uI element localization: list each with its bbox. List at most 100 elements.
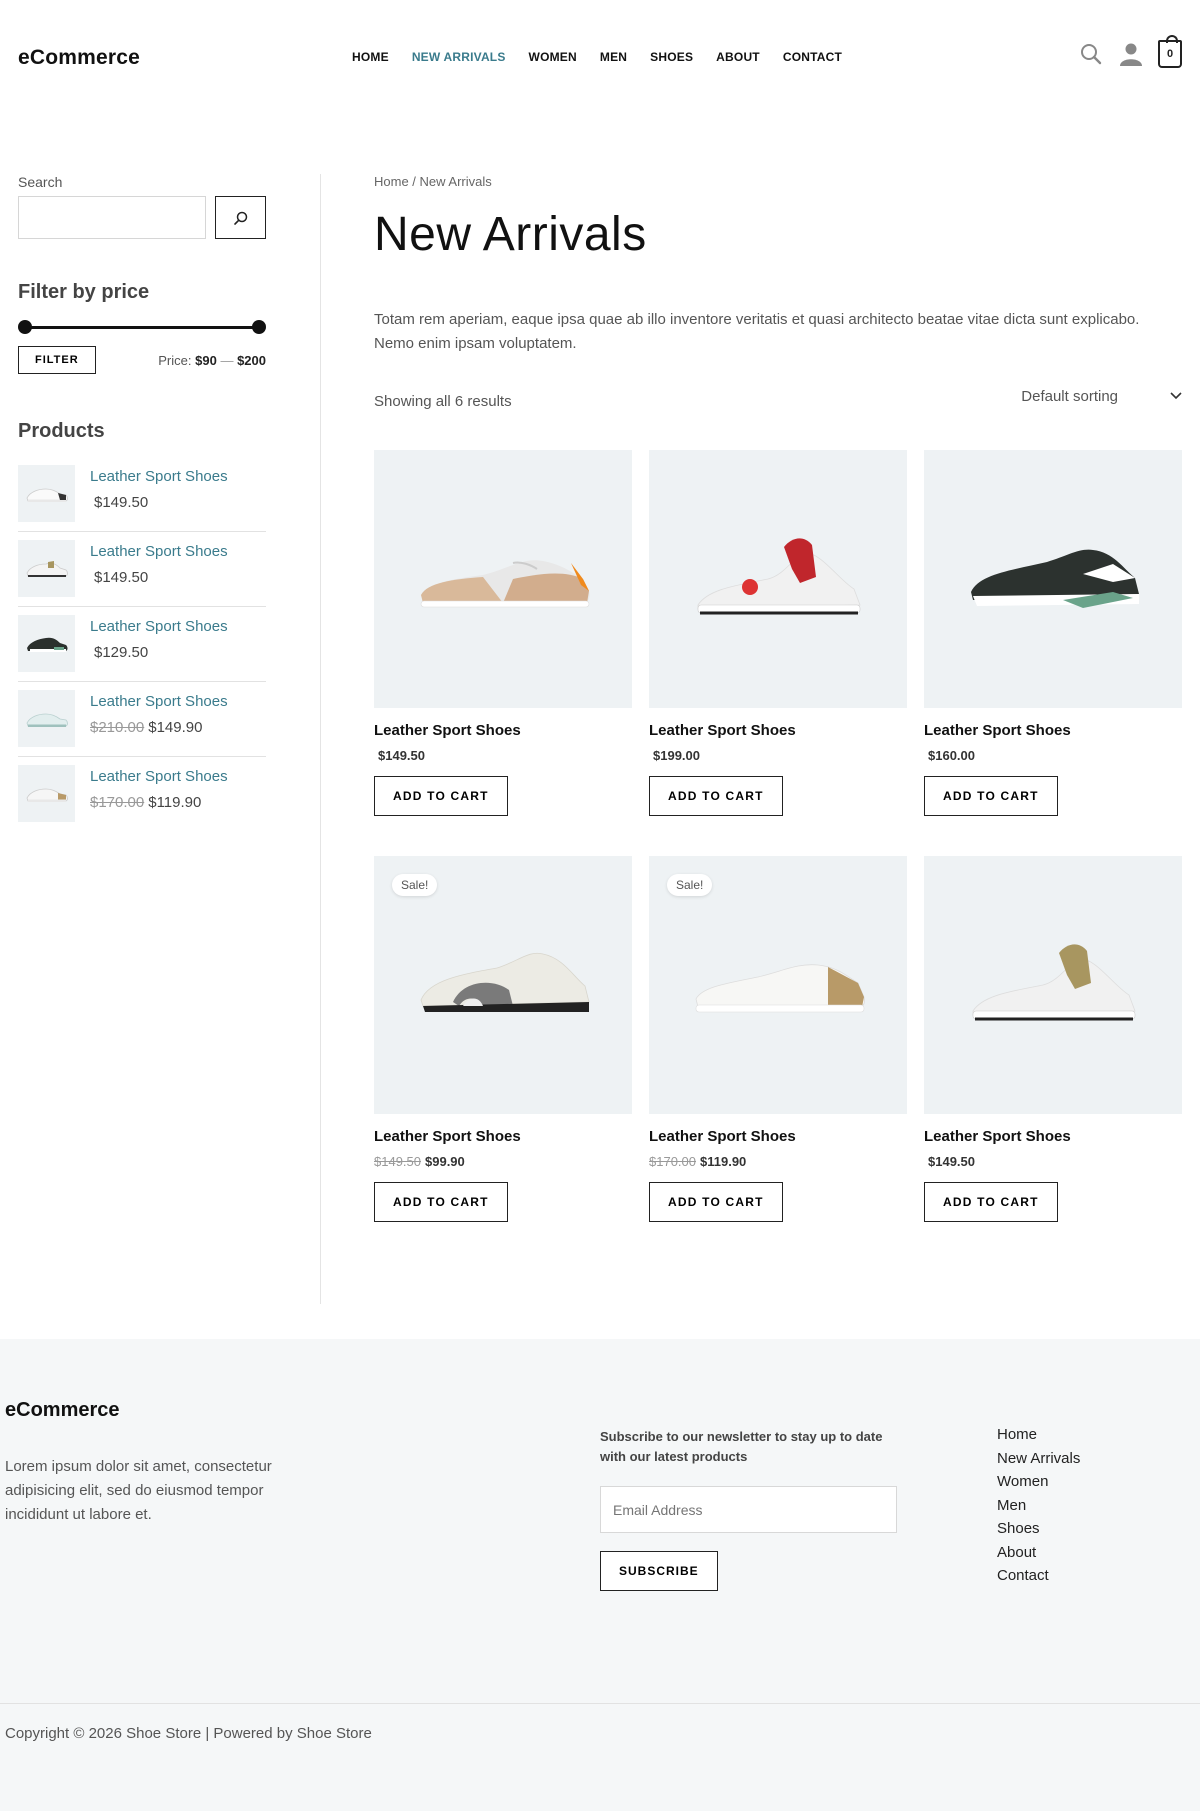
add-to-cart-button[interactable]: ADD TO CART (374, 1182, 508, 1222)
sidebar-product-item[interactable]: Leather Sport Shoes $149.50 (18, 465, 266, 532)
search-icon[interactable] (1078, 40, 1104, 68)
shoe-image (971, 549, 1139, 608)
footer-link-men[interactable]: Men (997, 1497, 1080, 1521)
current-price: $199.00 (653, 748, 700, 763)
nav-shoes[interactable]: SHOES (650, 50, 693, 64)
product-image[interactable] (649, 450, 907, 708)
add-to-cart-button[interactable]: ADD TO CART (924, 776, 1058, 816)
price-slider[interactable] (18, 320, 266, 334)
sidebar-product-thumbnail[interactable] (18, 615, 75, 672)
sale-badge: Sale! (667, 874, 713, 896)
add-to-cart-button[interactable]: ADD TO CART (374, 776, 508, 816)
sidebar-product-thumbnail[interactable] (18, 765, 75, 822)
product-price: $149.50 (924, 1154, 1182, 1169)
sidebar-product-price: $149.50 (90, 569, 148, 586)
sidebar-product-item[interactable]: Leather Sport Shoes $210.00 $149.90 (18, 690, 266, 757)
current-price: $160.00 (928, 748, 975, 763)
nav-home[interactable]: HOME (352, 50, 389, 64)
search-form (18, 196, 266, 239)
sidebar-product-thumbnail[interactable] (18, 465, 75, 522)
product-title[interactable]: Leather Sport Shoes (649, 1128, 907, 1145)
price-slider-max-handle[interactable] (252, 320, 266, 334)
sorting-value: Default sorting (1021, 387, 1118, 405)
product-title[interactable]: Leather Sport Shoes (374, 722, 632, 739)
sidebar-product-thumbnail[interactable] (18, 690, 75, 747)
sidebar-product-name[interactable]: Leather Sport Shoes (90, 618, 228, 635)
old-price: $149.50 (374, 1154, 421, 1169)
product-price: $149.50 (374, 748, 632, 763)
price-min: $90 (195, 352, 217, 368)
product-title[interactable]: Leather Sport Shoes (924, 1128, 1182, 1145)
filter-button[interactable]: FILTER (18, 346, 96, 374)
price-slider-min-handle[interactable] (18, 320, 32, 334)
footer-link-contact[interactable]: Contact (997, 1567, 1080, 1591)
product-title[interactable]: Leather Sport Shoes (374, 1128, 632, 1145)
shop-toolbar: Showing all 6 results Default sorting (374, 388, 1182, 412)
subscribe-button[interactable]: SUBSCRIBE (600, 1551, 718, 1591)
breadcrumb[interactable]: Home / New Arrivals (374, 174, 1182, 189)
footer-links: Home New Arrivals Women Men Shoes About … (997, 1426, 1080, 1591)
sidebar-product-item[interactable]: Leather Sport Shoes $170.00 $119.90 (18, 765, 266, 822)
sidebar-product-item[interactable]: Leather Sport Shoes $149.50 (18, 540, 266, 607)
price-slider-track (25, 326, 259, 329)
shoe-image (420, 560, 590, 608)
search-button[interactable] (215, 196, 266, 239)
current-price: $99.90 (425, 1154, 465, 1169)
add-to-cart-button[interactable]: ADD TO CART (924, 1182, 1058, 1222)
sidebar-product-info: Leather Sport Shoes $170.00 $119.90 (90, 765, 228, 822)
site-logo[interactable]: eCommerce (18, 46, 140, 70)
product-title[interactable]: Leather Sport Shoes (924, 722, 1182, 739)
search-label: Search (18, 174, 63, 190)
price-range-label: Price: $90 — $200 (158, 353, 266, 368)
sidebar-product-price: $210.00 $149.90 (90, 719, 202, 736)
search-icon (233, 211, 247, 225)
footer-logo[interactable]: eCommerce (5, 1399, 120, 1422)
sidebar-product-thumbnail[interactable] (18, 540, 75, 597)
page-title: New Arrivals (374, 208, 647, 261)
sidebar-product-info: Leather Sport Shoes $149.50 (90, 465, 228, 522)
sorting-select[interactable]: Default sorting (1021, 388, 1182, 405)
footer-link-shoes[interactable]: Shoes (997, 1520, 1080, 1544)
nav-contact[interactable]: CONTACT (783, 50, 842, 64)
product-image[interactable]: Sale! (374, 856, 632, 1114)
product-card: Leather Sport Shoes $149.50 ADD TO CART (374, 450, 632, 816)
nav-women[interactable]: WOMEN (529, 50, 577, 64)
newsletter-email-input[interactable] (600, 1486, 897, 1533)
product-image[interactable] (924, 450, 1182, 708)
product-image[interactable] (374, 450, 632, 708)
price-max: $200 (237, 352, 266, 368)
shoe-image (972, 944, 1136, 1021)
footer-link-home[interactable]: Home (997, 1426, 1080, 1450)
search-input[interactable] (18, 196, 206, 239)
footer-link-new-arrivals[interactable]: New Arrivals (997, 1450, 1080, 1474)
add-to-cart-button[interactable]: ADD TO CART (649, 1182, 783, 1222)
nav-about[interactable]: ABOUT (716, 50, 760, 64)
product-card: Leather Sport Shoes $160.00 ADD TO CART (924, 450, 1182, 816)
product-title[interactable]: Leather Sport Shoes (649, 722, 907, 739)
sidebar-product-name[interactable]: Leather Sport Shoes (90, 768, 228, 785)
add-to-cart-button[interactable]: ADD TO CART (649, 776, 783, 816)
product-card: Sale! Leather Sport Shoes $170.00 $119.90… (649, 856, 907, 1222)
footer-link-women[interactable]: Women (997, 1473, 1080, 1497)
current-price: $149.90 (148, 719, 203, 736)
shoe-image (695, 964, 865, 1013)
sidebar-product-name[interactable]: Leather Sport Shoes (90, 693, 228, 710)
site-header: eCommerce HOME NEW ARRIVALS WOMEN MEN SH… (0, 0, 1200, 116)
user-icon[interactable] (1118, 40, 1144, 68)
filter-by-price-title: Filter by price (18, 281, 150, 303)
nav-men[interactable]: MEN (600, 50, 627, 64)
header-actions: 0 (1078, 35, 1182, 68)
product-image[interactable] (924, 856, 1182, 1114)
price-separator: — (220, 352, 234, 368)
sidebar-product-price: $129.50 (90, 644, 148, 661)
current-price: $149.50 (378, 748, 425, 763)
product-price: $149.50 $99.90 (374, 1154, 632, 1169)
sidebar-product-name[interactable]: Leather Sport Shoes (90, 543, 228, 560)
footer-link-about[interactable]: About (997, 1544, 1080, 1568)
cart-icon[interactable]: 0 (1158, 35, 1182, 68)
product-image[interactable]: Sale! (649, 856, 907, 1114)
site-footer: eCommerce Lorem ipsum dolor sit amet, co… (0, 1339, 1200, 1811)
nav-new-arrivals[interactable]: NEW ARRIVALS (412, 50, 506, 64)
sidebar-product-item[interactable]: Leather Sport Shoes $129.50 (18, 615, 266, 682)
sidebar-product-name[interactable]: Leather Sport Shoes (90, 468, 228, 485)
